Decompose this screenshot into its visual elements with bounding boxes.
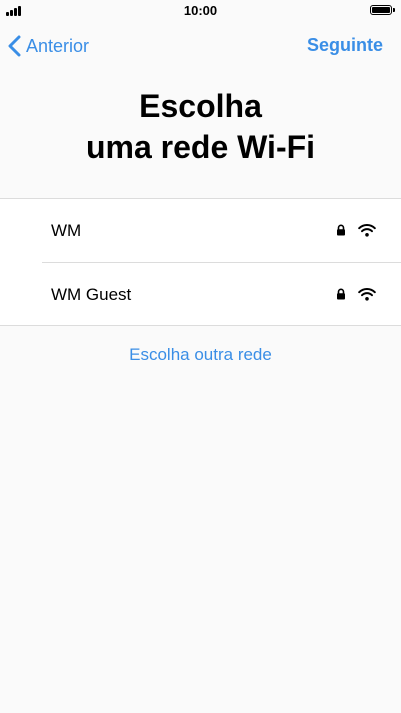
choose-other-network-link[interactable]: Escolha outra rede	[0, 345, 401, 365]
network-row-wm-guest[interactable]: WM Guest	[0, 263, 401, 326]
chevron-left-icon	[8, 35, 21, 57]
wifi-network-list: WM WM Guest	[0, 198, 401, 326]
page-title-line-1: Escolha	[139, 88, 262, 124]
status-bar: 10:00	[0, 0, 401, 22]
page-title: Escolha uma rede Wi-Fi	[0, 86, 401, 168]
wifi-icon	[358, 288, 376, 301]
back-button[interactable]: Anterior	[8, 33, 89, 59]
lock-icon	[337, 288, 345, 300]
battery-icon	[370, 5, 395, 15]
lock-icon	[337, 224, 345, 236]
back-button-label: Anterior	[26, 35, 90, 56]
status-time: 10:00	[183, 3, 218, 18]
next-button[interactable]: Seguinte	[307, 35, 383, 56]
network-name: WM	[51, 221, 82, 240]
network-row-wm[interactable]: WM	[0, 199, 401, 263]
page-title-line-2: uma rede Wi-Fi	[85, 129, 316, 165]
network-name: WM Guest	[51, 285, 132, 304]
wifi-icon	[358, 224, 376, 237]
